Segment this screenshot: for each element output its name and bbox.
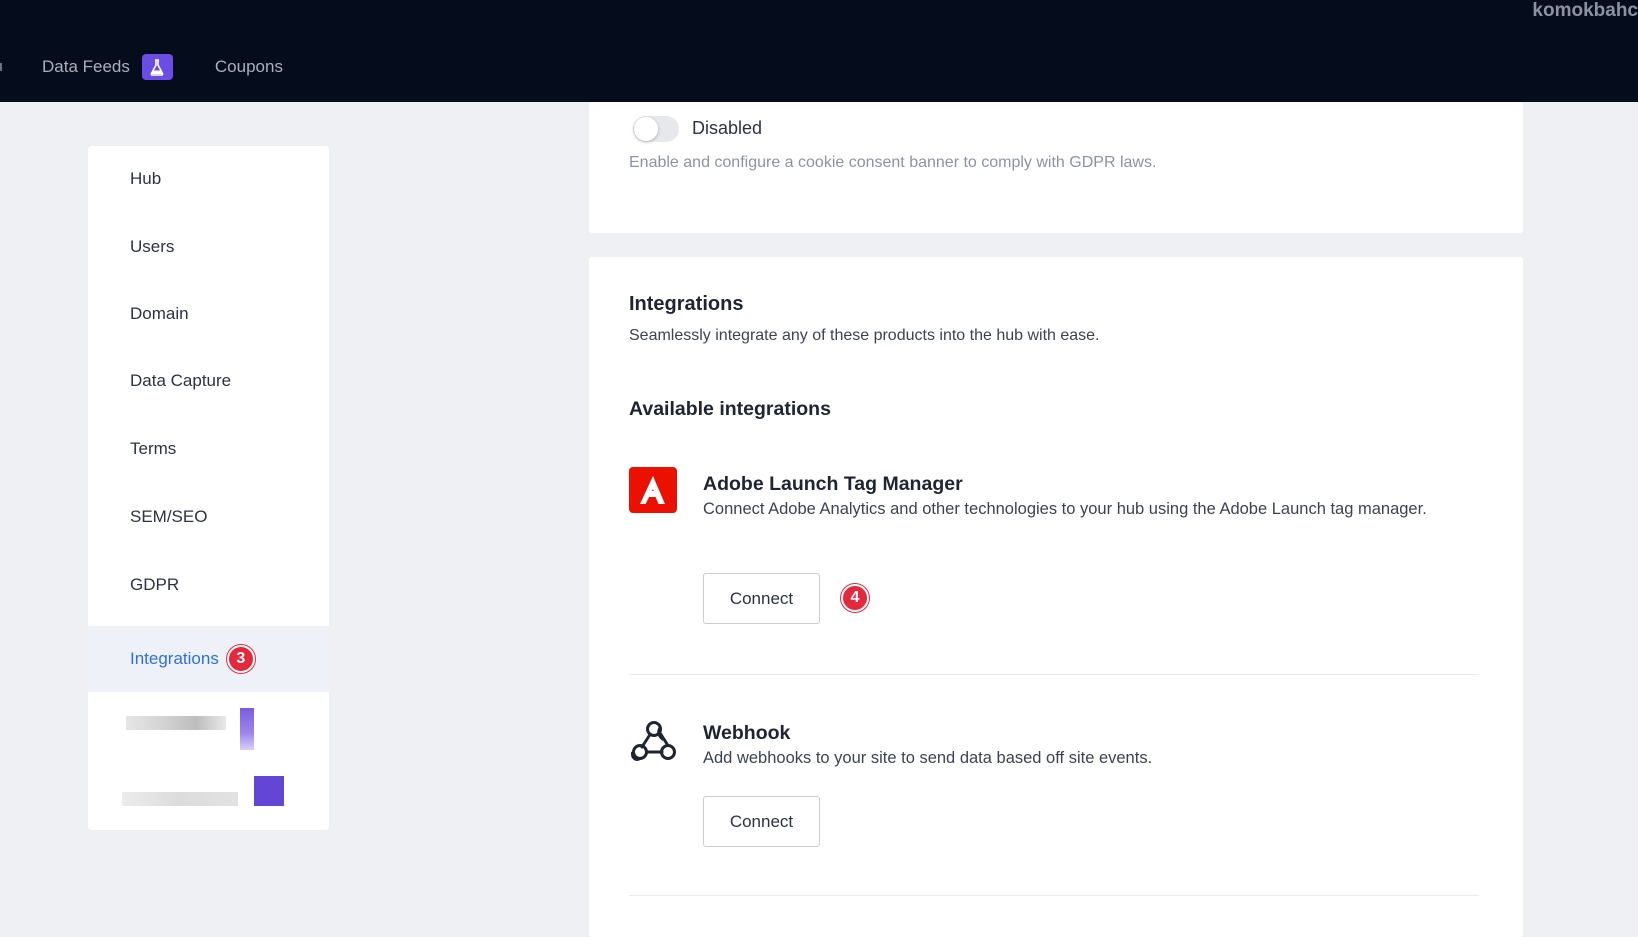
sidebar-item-hub[interactable]: Hub	[88, 146, 329, 212]
gdpr-card: Disabled Enable and configure a cookie c…	[589, 102, 1523, 233]
sidebar-item-terms[interactable]: Terms	[88, 416, 329, 482]
sidebar-item-integrations[interactable]: Integrations 3	[88, 626, 329, 692]
integration-name: Webhook	[703, 722, 791, 744]
available-integrations-heading: Available integrations	[629, 398, 831, 420]
user-name[interactable]: komokbahc	[1532, 0, 1638, 22]
nav-item-label: Data Feeds	[42, 57, 130, 76]
integration-name: Adobe Launch Tag Manager	[703, 473, 963, 495]
adobe-connect-button[interactable]: Connect	[703, 573, 820, 624]
toggle-knob	[634, 117, 658, 141]
sidebar-item-domain[interactable]: Domain	[88, 281, 329, 347]
step-badge: 4	[841, 584, 869, 612]
integration-description: Connect Adobe Analytics and other techno…	[703, 500, 1427, 518]
sidebar-item-label: SEM/SEO	[130, 507, 208, 526]
integration-description: Add webhooks to your site to send data b…	[703, 749, 1153, 767]
sidebar-item-label: GDPR	[130, 575, 180, 594]
gdpr-description: Enable and configure a cookie consent ba…	[629, 154, 1157, 171]
integrations-card: Integrations Seamlessly integrate any of…	[589, 257, 1523, 937]
toggle-label: Disabled	[692, 118, 763, 138]
divider	[629, 674, 1479, 675]
step-badge: 3	[226, 645, 255, 673]
gdpr-toggle[interactable]	[633, 116, 679, 142]
top-navbar: komokbahc Data Feeds Coupons	[0, 0, 1638, 102]
sidebar-item-data-capture[interactable]: Data Capture	[88, 348, 329, 414]
sidebar-item-gdpr[interactable]: GDPR	[88, 552, 329, 618]
settings-sidebar: Hub Users Domain Data Capture Terms SEM/…	[88, 146, 329, 830]
sidebar-item-users[interactable]: Users	[88, 214, 329, 280]
nav-item-data-feeds[interactable]: Data Feeds	[42, 54, 173, 80]
main-nav: Data Feeds Coupons	[42, 54, 283, 80]
section-title: Integrations	[629, 293, 744, 315]
sidebar-item-redacted[interactable]	[122, 776, 296, 806]
adobe-icon	[629, 467, 677, 513]
nav-item-label: Coupons	[214, 57, 283, 76]
sidebar-item-label: Data Capture	[130, 371, 232, 390]
nav-item-coupons[interactable]: Coupons	[215, 57, 283, 77]
sidebar-item-label: Domain	[130, 304, 189, 323]
webhook-icon	[629, 717, 679, 767]
sidebar-item-redacted[interactable]	[126, 708, 286, 750]
flask-icon	[141, 54, 173, 80]
sidebar-item-label: Integrations	[130, 649, 219, 668]
sidebar-item-label: Hub	[130, 169, 162, 188]
sidebar-item-sem-seo[interactable]: SEM/SEO	[88, 484, 329, 550]
nav-edge-fragment	[0, 63, 2, 71]
divider	[629, 895, 1479, 896]
sidebar-item-label: Users	[130, 237, 175, 256]
sidebar-item-label: Terms	[130, 439, 177, 458]
webhook-connect-button[interactable]: Connect	[703, 796, 820, 847]
section-description: Seamlessly integrate any of these produc…	[629, 327, 1100, 344]
